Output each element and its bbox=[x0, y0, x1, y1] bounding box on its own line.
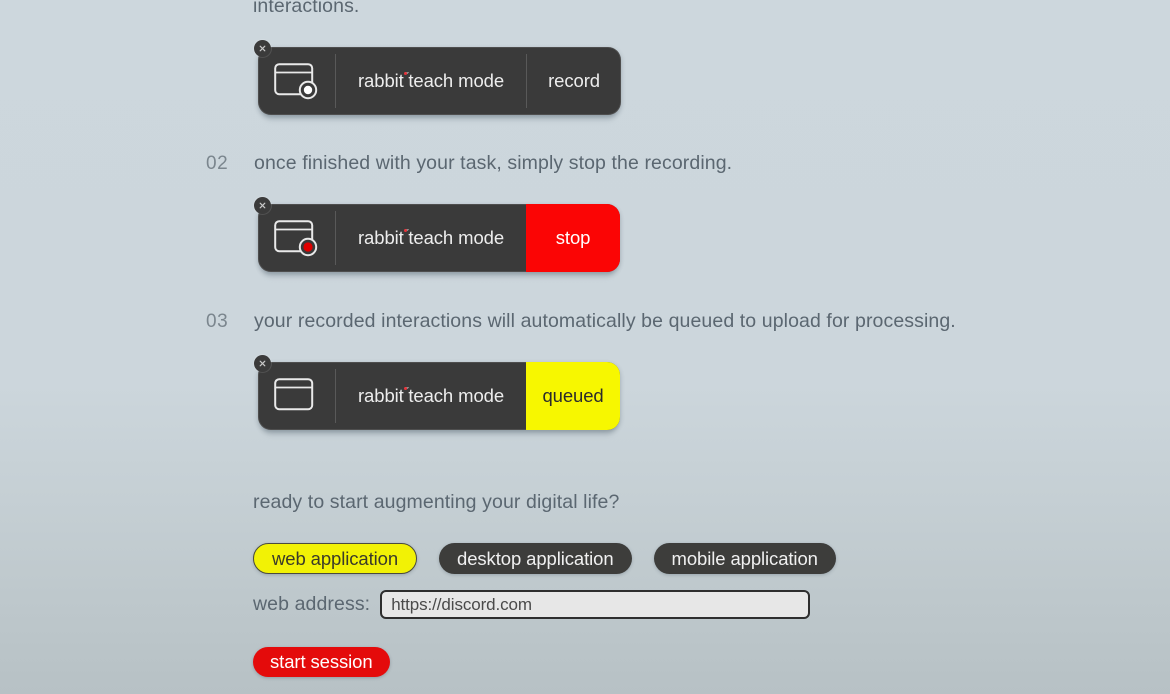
teach-mode-badge-stop: rabbit ˜ teach mode stop bbox=[254, 197, 621, 272]
brand-name: rabbit bbox=[358, 385, 404, 406]
close-icon[interactable] bbox=[254, 40, 271, 57]
close-icon[interactable] bbox=[254, 197, 271, 214]
cta-prompt: ready to start augmenting your digital l… bbox=[253, 491, 620, 513]
brand-name: rabbit bbox=[358, 227, 404, 248]
teach-mode-badge-queued: rabbit ˜ teach mode queued bbox=[254, 355, 621, 430]
badge-brand-title: rabbit ˜ teach mode bbox=[336, 47, 526, 115]
badge-container: rabbit ˜ teach mode record bbox=[254, 40, 622, 115]
brand-dot-icon bbox=[403, 228, 408, 233]
teach-mode-badge-record: rabbit ˜ teach mode record bbox=[254, 40, 622, 115]
brand-product: teach mode bbox=[408, 227, 505, 248]
web-address-row: web address: bbox=[253, 590, 811, 619]
teach-mode-page: interactions. rabbit ˜ teach mode record… bbox=[0, 0, 1170, 694]
step-number: 03 bbox=[206, 311, 229, 332]
badge-action-queued[interactable]: queued bbox=[526, 362, 621, 430]
web-address-label: web address: bbox=[253, 593, 371, 615]
web-address-input[interactable] bbox=[380, 590, 811, 619]
brand-product: teach mode bbox=[408, 385, 505, 406]
browser-window-recording-icon bbox=[258, 204, 336, 272]
app-type-web-application[interactable]: web application bbox=[253, 543, 418, 574]
badge-brand-title: rabbit ˜ teach mode bbox=[336, 362, 526, 430]
badge-brand-title: rabbit ˜ teach mode bbox=[336, 204, 526, 272]
brand-name: rabbit bbox=[358, 70, 404, 91]
badge-container: rabbit ˜ teach mode stop bbox=[254, 197, 621, 272]
browser-window-record-icon bbox=[258, 47, 336, 115]
badge-action-record[interactable]: record bbox=[527, 47, 621, 115]
brand-dot-icon bbox=[403, 386, 408, 391]
intro-clipped-text: interactions. bbox=[253, 0, 360, 17]
app-type-selector: web application desktop application mobi… bbox=[253, 543, 836, 574]
app-type-desktop-application[interactable]: desktop application bbox=[439, 543, 632, 574]
step-row-03: 03 your recorded interactions will autom… bbox=[206, 310, 956, 333]
step-number: 02 bbox=[206, 153, 229, 174]
step-description: your recorded interactions will automati… bbox=[254, 310, 956, 332]
start-session-button[interactable]: start session bbox=[253, 647, 390, 677]
badge-container: rabbit ˜ teach mode queued bbox=[254, 355, 621, 430]
brand-dot-icon bbox=[403, 71, 408, 76]
step-row-02: 02 once finished with your task, simply … bbox=[206, 152, 732, 175]
app-type-mobile-application[interactable]: mobile application bbox=[653, 543, 836, 574]
browser-window-icon bbox=[258, 362, 336, 430]
close-icon[interactable] bbox=[254, 355, 271, 372]
step-description: once finished with your task, simply sto… bbox=[254, 152, 733, 174]
brand-product: teach mode bbox=[408, 70, 505, 91]
badge-action-stop[interactable]: stop bbox=[526, 204, 621, 272]
